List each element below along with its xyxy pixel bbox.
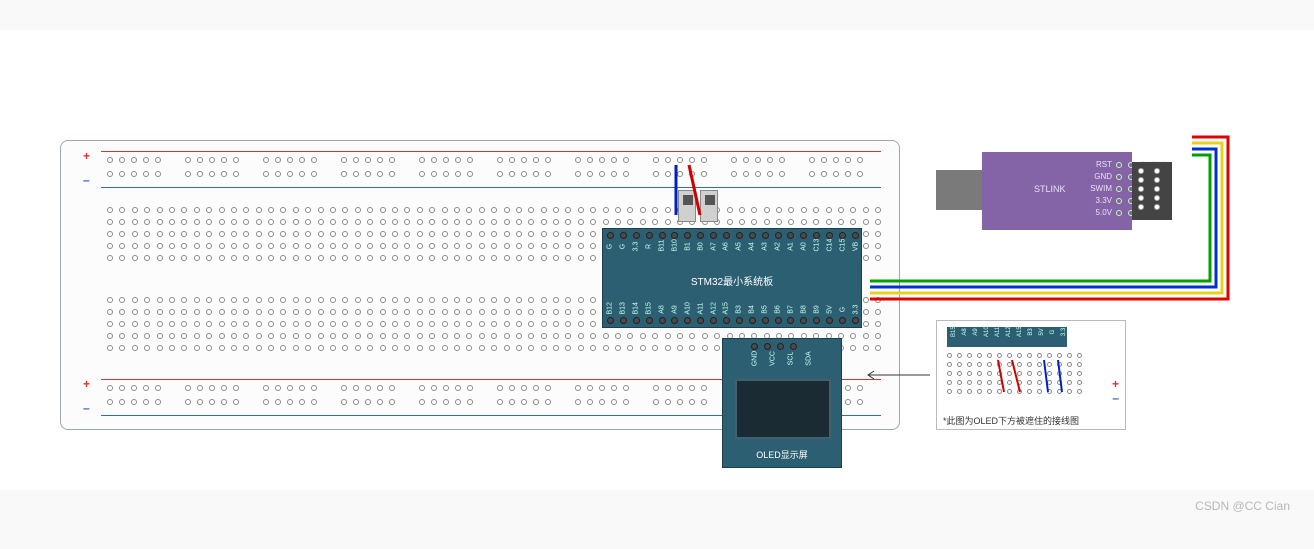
- stm32-pin-row-top: [607, 232, 859, 239]
- oled-screen: [735, 379, 831, 439]
- rail-holes: [107, 157, 897, 163]
- stm32-board: GG3.3RB11B10B1B0A7A6A5A4A3A2A1A0C13C14C1…: [602, 228, 862, 328]
- stm32-label: STM32最小系统板: [603, 273, 861, 288]
- stm32-pin-labels-bottom: B12B13B14B15A8A9A10A11A12A15B3B4B5B6B7B8…: [605, 306, 861, 313]
- rail-minus-label: –: [83, 173, 90, 187]
- tactile-switch-1[interactable]: [678, 190, 696, 222]
- oled-module: GNDVCCSCLSDA OLED显示屏: [722, 338, 842, 468]
- tactile-switch-2[interactable]: [700, 190, 718, 222]
- stlink-header: [1132, 162, 1172, 220]
- rail-line-blue: [101, 187, 881, 188]
- watermark: CSDN @CC Cian: [1195, 499, 1290, 513]
- rail-plus-label: +: [83, 149, 90, 163]
- inset-minus: –: [1112, 391, 1119, 405]
- inset-plus: +: [1112, 377, 1119, 391]
- oled-pin-row: [751, 343, 797, 350]
- oled-label: OLED显示屏: [723, 448, 841, 461]
- oled-pin-labels: GNDVCCSCLSDA: [747, 355, 817, 362]
- top-power-rails: + –: [71, 147, 891, 197]
- rail-line-red: [101, 151, 881, 152]
- stlink-usb-plug: [936, 170, 982, 210]
- rail-holes: [107, 171, 897, 177]
- rail-plus-label: +: [83, 377, 90, 391]
- rail-minus-label: –: [83, 401, 90, 415]
- stlink-programmer: STLINK RSTSWDIOGNDGNDSWIMSWCLK3.3V3.3V5.…: [936, 152, 1172, 230]
- stm32-pin-labels-top: GG3.3RB11B10B1B0A7A6A5A4A3A2A1A0C13C14C1…: [605, 243, 861, 250]
- inset-wiring-detail: B15A8A9A10A11A12A15B35VG3.3 + – *此图为OLED…: [936, 320, 1126, 430]
- stm32-pin-row-bottom: [607, 317, 859, 324]
- inset-mcu-edge: B15A8A9A10A11A12A15B35VG3.3: [947, 327, 1067, 347]
- diagram-stage: + – + – GG3.3RB11B10B1B0A7A6A5A4A3A2A1A0…: [0, 30, 1314, 490]
- inset-caption: *此图为OLED下方被遮住的接线图: [943, 414, 1079, 427]
